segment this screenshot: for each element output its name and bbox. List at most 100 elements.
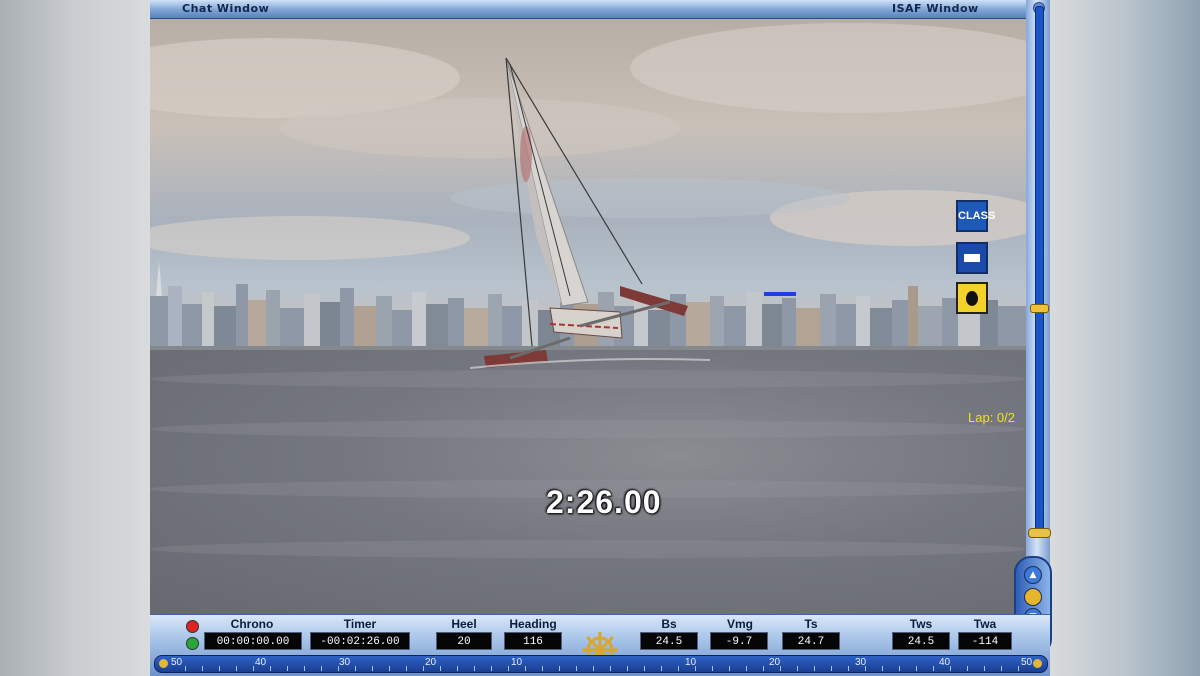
compass-tick-label: 30 bbox=[339, 657, 351, 668]
compass-tick bbox=[610, 666, 611, 671]
rail-slider-handle[interactable] bbox=[1030, 304, 1049, 313]
compass-tick bbox=[899, 666, 900, 671]
compass-tick bbox=[406, 666, 407, 671]
rail-track[interactable] bbox=[1035, 6, 1044, 538]
timer-label: Timer bbox=[343, 617, 377, 631]
compass-tick-label: 20 bbox=[425, 657, 437, 668]
class-flag: CLASS bbox=[956, 200, 995, 232]
top-bar: Chat Window ISAF Window bbox=[150, 0, 1050, 19]
compass-tick bbox=[219, 666, 220, 671]
compass-scale[interactable]: 50 40 30 20 10 10 20 30 40 50 bbox=[154, 655, 1048, 673]
compass-tick bbox=[712, 666, 713, 671]
instrument-dashboard: Chrono 00:00:00.00 Timer -00:02:26.00 He… bbox=[150, 614, 1050, 676]
compass-tick bbox=[440, 666, 441, 671]
heading-value: 116 bbox=[504, 632, 562, 650]
compass-tick bbox=[746, 666, 747, 671]
compass-tick-label: 40 bbox=[939, 657, 951, 668]
compass-tick bbox=[661, 666, 662, 671]
compass-tick bbox=[372, 666, 373, 671]
compass-tick bbox=[763, 666, 764, 671]
compass-tick bbox=[729, 666, 730, 671]
tws-label: Tws bbox=[909, 617, 933, 631]
compass-tick bbox=[287, 666, 288, 671]
tws-value: 24.5 bbox=[892, 632, 950, 650]
3d-viewport[interactable]: CLASS Lap: 0/2 2:26.00 bbox=[150, 18, 1026, 616]
twa-label: Twa bbox=[973, 617, 997, 631]
heel-value: 20 bbox=[436, 632, 492, 650]
compass-tick bbox=[984, 666, 985, 671]
compass-tick bbox=[695, 666, 696, 671]
compass-tick bbox=[814, 666, 815, 671]
heading-label: Heading bbox=[509, 617, 557, 631]
chrono-label: Chrono bbox=[230, 617, 274, 631]
compass-tick bbox=[474, 666, 475, 671]
compass-tick bbox=[644, 666, 645, 671]
chrono-value: 00:00:00.00 bbox=[204, 632, 302, 650]
compass-tick bbox=[304, 666, 305, 671]
compass-tick bbox=[457, 666, 458, 671]
status-led-green bbox=[186, 637, 199, 650]
bs-label: Bs bbox=[661, 617, 677, 631]
compass-tick-label: 10 bbox=[511, 657, 523, 668]
compass-tick bbox=[916, 666, 917, 671]
compass-tick bbox=[338, 666, 339, 671]
compass-tick bbox=[950, 666, 951, 671]
bell-icon[interactable] bbox=[1024, 588, 1042, 606]
compass-tick-label: 20 bbox=[769, 657, 781, 668]
compass-tick bbox=[1001, 666, 1002, 671]
compass-tick bbox=[882, 666, 883, 671]
compass-tick bbox=[967, 666, 968, 671]
compass-tick-label: 50 bbox=[1021, 657, 1033, 668]
compass-tick bbox=[355, 666, 356, 671]
compass-tick bbox=[933, 666, 934, 671]
race-countdown: 2:26.00 bbox=[546, 484, 662, 520]
compass-tick bbox=[185, 666, 186, 671]
vmg-value: -9.7 bbox=[710, 632, 768, 650]
heel-label: Heel bbox=[451, 617, 477, 631]
compass-tick bbox=[423, 666, 424, 671]
compass-tick bbox=[525, 666, 526, 671]
compass-tick bbox=[508, 666, 509, 671]
sea-surface bbox=[150, 350, 1026, 616]
compass-tick bbox=[270, 666, 271, 671]
compass-tick bbox=[491, 666, 492, 671]
compass-tick bbox=[848, 666, 849, 671]
nav-up-icon[interactable]: ▲ bbox=[1024, 566, 1042, 584]
compass-tick-label: 40 bbox=[255, 657, 267, 668]
vmg-label: Vmg bbox=[726, 617, 753, 631]
catamaran-boat bbox=[470, 57, 710, 369]
compass-tick-label: 50 bbox=[171, 657, 183, 668]
compass-tick bbox=[678, 666, 679, 671]
timer-value: -00:02:26.00 bbox=[310, 632, 410, 650]
isaf-window-button[interactable]: ISAF Window bbox=[892, 2, 979, 15]
compass-tick bbox=[321, 666, 322, 671]
compass-right-end bbox=[1033, 659, 1042, 668]
compass-tick bbox=[202, 666, 203, 671]
compass-tick bbox=[593, 666, 594, 671]
compass-tick bbox=[559, 666, 560, 671]
game-window: CLASS Lap: 0/2 2:26.00 Chat Window ISAF … bbox=[150, 0, 1052, 676]
compass-tick bbox=[1018, 666, 1019, 671]
compass-tick bbox=[797, 666, 798, 671]
compass-tick bbox=[831, 666, 832, 671]
compass-tick bbox=[236, 666, 237, 671]
lap-counter: Lap: 0/2 bbox=[968, 410, 1015, 425]
compass-tick bbox=[389, 666, 390, 671]
rail-end-handle[interactable] bbox=[1028, 528, 1051, 538]
bs-value: 24.5 bbox=[640, 632, 698, 650]
ts-label: Ts bbox=[804, 617, 818, 631]
compass-tick bbox=[542, 666, 543, 671]
chat-window-button[interactable]: Chat Window bbox=[182, 2, 269, 15]
right-scroll-rail: ▲ ▼ bbox=[1014, 0, 1052, 675]
signal-flag-blue bbox=[956, 242, 988, 274]
twa-value: -114 bbox=[958, 632, 1012, 650]
ts-value: 24.7 bbox=[782, 632, 840, 650]
status-led-red bbox=[186, 620, 199, 633]
compass-tick bbox=[253, 666, 254, 671]
compass-tick bbox=[576, 666, 577, 671]
compass-tick bbox=[627, 666, 628, 671]
signal-flag-yellow bbox=[956, 282, 988, 314]
compass-tick bbox=[780, 666, 781, 671]
compass-tick bbox=[865, 666, 866, 671]
compass-left-end bbox=[159, 659, 168, 668]
